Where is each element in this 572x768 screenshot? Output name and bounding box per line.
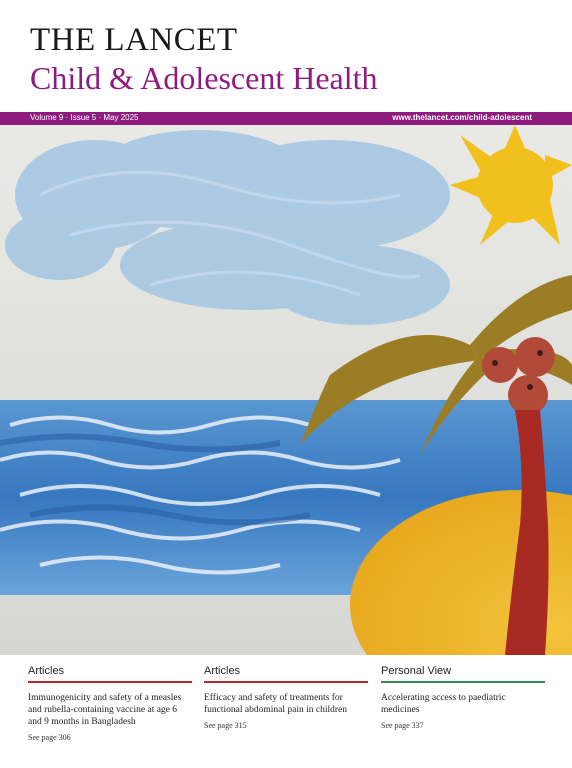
- cover-painting-illustration: [0, 125, 572, 655]
- journal-url[interactable]: www.thelancet.com/child-adolescent: [392, 113, 532, 122]
- page-reference: See page 315: [204, 721, 247, 730]
- column-heading: Articles: [28, 665, 65, 677]
- page-reference: See page 306: [28, 733, 71, 742]
- issue-bar: Volume 9 · Issue 5 · May 2025 www.thelan…: [0, 112, 572, 125]
- cover-painting: [0, 125, 572, 655]
- journal-title: THE LANCET: [30, 22, 238, 58]
- contents-column-1[interactable]: Articles Immunogenicity and safety of a …: [28, 665, 192, 742]
- contents-footer: Articles Immunogenicity and safety of a …: [0, 655, 572, 768]
- column-heading: Articles: [204, 665, 241, 677]
- contents-column-3[interactable]: Personal View Accelerating access to pae…: [381, 665, 545, 730]
- article-title: Immunogenicity and safety of a measles a…: [28, 693, 182, 727]
- article-title: Accelerating access to paediatric medici…: [381, 693, 506, 715]
- article-title: Efficacy and safety of treatments for fu…: [204, 693, 347, 715]
- masthead: THE LANCET Child & Adolescent Health: [0, 0, 572, 112]
- column-rule: [381, 681, 545, 683]
- page-reference: See page 337: [381, 721, 424, 730]
- column-rule: [28, 681, 192, 683]
- column-heading: Personal View: [381, 665, 452, 677]
- column-rule: [204, 681, 368, 683]
- journal-subtitle: Child & Adolescent Health: [30, 60, 378, 96]
- contents-column-2[interactable]: Articles Efficacy and safety of treatmen…: [204, 665, 368, 730]
- issue-details: Volume 9 · Issue 5 · May 2025: [30, 113, 139, 122]
